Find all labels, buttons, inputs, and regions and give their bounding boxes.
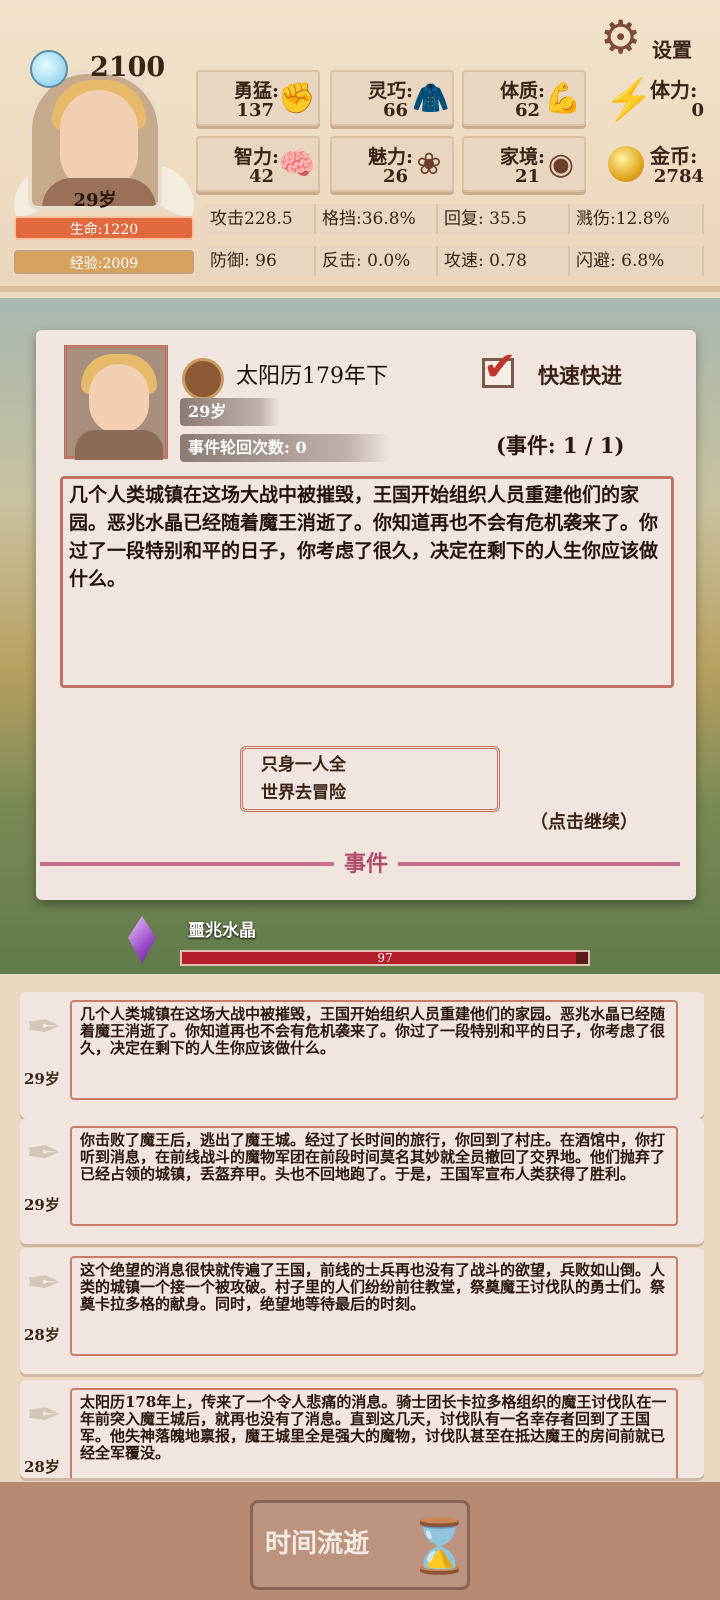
stat-fist[interactable]: 勇猛: 137 ✊ bbox=[196, 70, 320, 126]
battle-stat: 防御: 96 bbox=[204, 246, 316, 276]
entry-text: 太阳历178年上，传来了一个令人悲痛的消息。骑士团长卡拉多格组织的魔王讨伐队在一… bbox=[80, 1393, 667, 1462]
event-counter: (事件: 1 / 1) bbox=[496, 433, 625, 458]
stat-value: 62 bbox=[514, 100, 540, 121]
stamina-value: 0 bbox=[691, 100, 704, 121]
battle-stat: 溅伤:12.8% bbox=[570, 204, 704, 234]
crystal-label: 噩兆水晶 bbox=[188, 921, 256, 941]
stamina-label: 体力: bbox=[650, 78, 698, 102]
stat-value: 21 bbox=[514, 166, 540, 187]
life-bar: 生命:1220 bbox=[14, 216, 194, 240]
event-section-label: 事件 bbox=[334, 846, 399, 878]
quill-icon: ✒ bbox=[26, 1002, 62, 1051]
exp-bar: 经验:2009 bbox=[14, 250, 194, 274]
cloak-icon: 🧥 bbox=[412, 81, 450, 116]
history-entry[interactable]: ✒ 太阳历178年上，传来了一个令人悲痛的消息。骑士团长卡拉多格组织的魔王讨伐队在… bbox=[20, 1380, 704, 1478]
event-date: 太阳历179年下 bbox=[236, 364, 388, 389]
brain-icon: 🧠 bbox=[278, 147, 316, 182]
arm-icon: 💪 bbox=[544, 81, 582, 116]
stat-label: 体质: bbox=[500, 80, 546, 102]
stat-coinbag[interactable]: 家境: 21 ◉ bbox=[462, 136, 586, 192]
character-header: 2100 29岁 生命:1220 经验:2009 ⚙ 设置 勇猛: 137 ✊ 灵巧:… bbox=[0, 0, 720, 292]
soul-score: 2100 bbox=[90, 52, 166, 83]
stat-value: 66 bbox=[382, 100, 408, 121]
entry-age: 28岁 bbox=[24, 1458, 60, 1476]
stat-value: 137 bbox=[236, 100, 274, 121]
choice-button[interactable]: 只身一人全 世界去冒险 bbox=[240, 746, 500, 812]
choice-line-1: 只身一人全 bbox=[261, 755, 346, 775]
battle-stat: 攻击228.5 bbox=[204, 204, 316, 234]
entry-age: 29岁 bbox=[24, 1196, 60, 1214]
entry-text: 这个绝望的消息很快就传遍了王国，前线的士兵再也没有了战斗的欲望，兵败如山倒。人类… bbox=[80, 1261, 666, 1313]
stat-lotus[interactable]: 魅力: 26 ❀ bbox=[330, 136, 454, 192]
entry-text: 你击败了魔王后，逃出了魔王城。经过了长时间的旅行，你回到了村庄。在酒馆中，你打听… bbox=[80, 1131, 666, 1183]
coinbag-icon: ◉ bbox=[547, 147, 575, 182]
time-pass-label: 时间流逝 bbox=[265, 1529, 370, 1559]
entry-age: 29岁 bbox=[24, 1070, 60, 1088]
stat-arm[interactable]: 体质: 62 💪 bbox=[462, 70, 586, 126]
settings-button[interactable]: 设置 bbox=[652, 34, 692, 63]
gold-value: 2784 bbox=[653, 166, 704, 187]
stat-value: 26 bbox=[382, 166, 408, 187]
battle-stat: 回复: 35.5 bbox=[438, 204, 570, 234]
hourglass-icon: ⌛ bbox=[407, 1517, 472, 1577]
battle-stat: 攻速: 0.78 bbox=[438, 246, 570, 276]
lotus-icon: ❀ bbox=[416, 147, 442, 182]
fast-forward-checkbox[interactable]: ✔ bbox=[482, 347, 517, 388]
stat-label: 勇猛: bbox=[234, 80, 280, 102]
quill-icon: ✒ bbox=[26, 1258, 62, 1307]
fist-icon: ✊ bbox=[278, 81, 316, 116]
event-cycle-count: 事件轮回次数: 0 bbox=[180, 434, 390, 462]
moon-icon bbox=[182, 358, 224, 400]
fast-forward-label[interactable]: 快速快进 bbox=[538, 360, 622, 390]
gold-label: 金币: bbox=[650, 144, 698, 168]
history-entry[interactable]: ✒ 这个绝望的消息很快就传遍了王国，前线的士兵再也没有了战斗的欲望，兵败如山倒。人… bbox=[20, 1248, 704, 1374]
continue-hint[interactable]: （点击继续） bbox=[530, 808, 638, 834]
entry-age: 28岁 bbox=[24, 1326, 60, 1344]
event-age: 29岁 bbox=[180, 398, 280, 426]
event-text: 几个人类城镇在这场大战中被摧毁，王国开始组织人员重建他们的家园。恶兆水晶已经随着… bbox=[60, 476, 674, 688]
stat-label: 智力: bbox=[234, 146, 280, 168]
battle-stat: 闪避: 6.8% bbox=[570, 246, 704, 276]
battle-stat: 反击: 0.0% bbox=[316, 246, 438, 276]
history-entry[interactable]: ✒ 你击败了魔王后，逃出了魔王城。经过了长时间的旅行，你回到了村庄。在酒馆中，你打… bbox=[20, 1118, 704, 1244]
quill-icon: ✒ bbox=[26, 1390, 62, 1439]
stat-label: 灵巧: bbox=[368, 80, 414, 102]
checkmark-icon: ✔ bbox=[483, 344, 517, 390]
battle-stat: 格挡:36.8% bbox=[316, 204, 438, 234]
history-entry[interactable]: ✒ 几个人类城镇在这场大战中被摧毁，王国开始组织人员重建他们的家园。恶兆水晶已经随… bbox=[20, 992, 704, 1118]
stat-brain[interactable]: 智力: 42 🧠 bbox=[196, 136, 320, 192]
crystal-value: 97 bbox=[377, 951, 393, 965]
quill-icon: ✒ bbox=[26, 1128, 62, 1177]
stat-label: 家境: bbox=[500, 146, 546, 168]
entry-text: 几个人类城镇在这场大战中被摧毁，王国开始组织人员重建他们的家园。恶兆水晶已经随着… bbox=[80, 1005, 666, 1057]
soul-icon bbox=[30, 50, 68, 88]
face bbox=[60, 90, 138, 190]
hero-age: 29岁 bbox=[73, 190, 117, 211]
event-portrait bbox=[64, 345, 168, 460]
stat-label: 魅力: bbox=[368, 146, 414, 168]
lightning-icon: ⚡ bbox=[604, 77, 654, 123]
stat-value: 42 bbox=[248, 166, 274, 187]
crystal-bar: 97 bbox=[180, 950, 590, 966]
choice-line-2: 世界去冒险 bbox=[261, 783, 346, 803]
stat-cloak[interactable]: 灵巧: 66 🧥 bbox=[330, 70, 454, 126]
gear-icon[interactable]: ⚙ bbox=[600, 12, 650, 62]
time-pass-button[interactable]: 时间流逝 ⌛ bbox=[250, 1500, 472, 1590]
